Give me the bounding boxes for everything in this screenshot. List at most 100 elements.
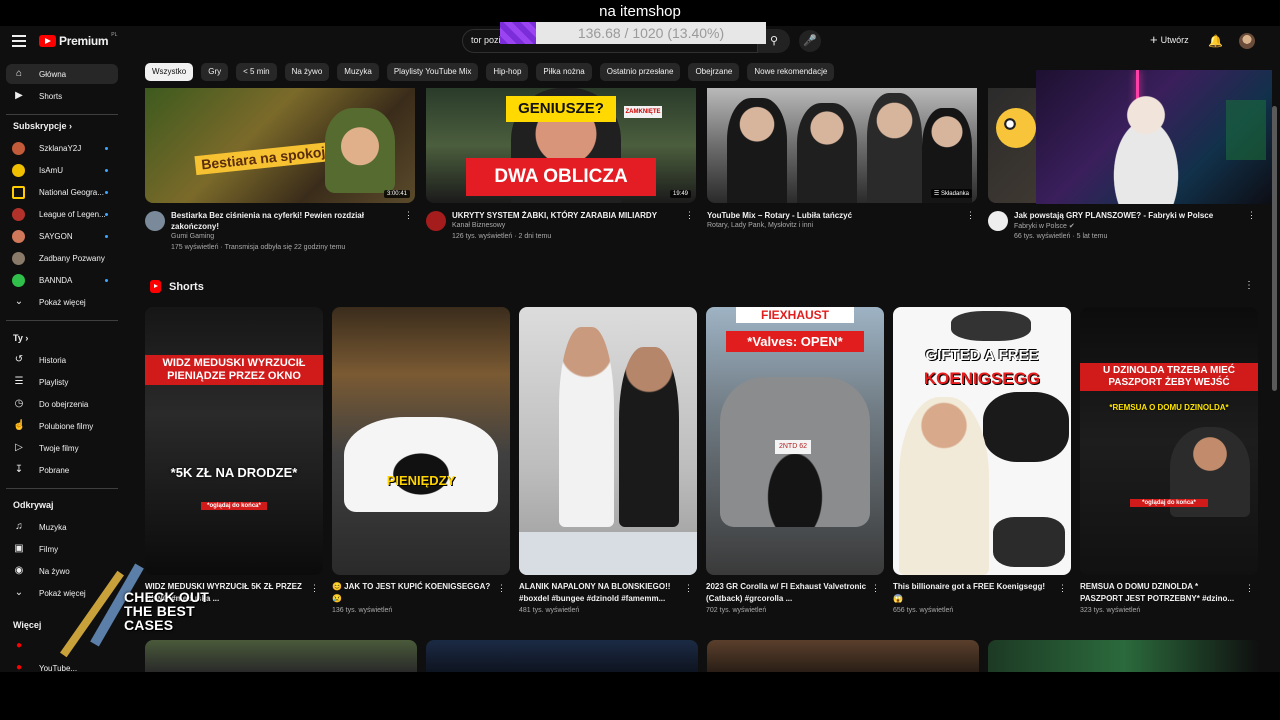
channel-name[interactable]: Kanał Biznesowy — [452, 222, 505, 229]
more-options-icon[interactable]: ⋮ — [1245, 583, 1254, 594]
video-title[interactable]: Jak powstają GRY PLANSZOWE? - Fabryki w … — [1014, 210, 1242, 221]
more-options-icon[interactable]: ⋮ — [1247, 210, 1256, 221]
sidebar-show-more[interactable]: ⌄ Pokaż więcej — [6, 292, 118, 312]
create-button[interactable]: + Utwórz — [1150, 33, 1189, 46]
sidebar-item-youtube-more[interactable]: ● YouTube... — [6, 658, 118, 672]
video-thumbnail[interactable]: ☰ Składanka — [707, 88, 977, 203]
chip-games[interactable]: Gry — [201, 63, 229, 81]
video-thumbnail[interactable] — [988, 640, 1260, 672]
sidebar-item-home[interactable]: ⌂ Główna — [6, 64, 118, 84]
chip-youtube-mix[interactable]: Playlisty YouTube Mix — [386, 63, 479, 81]
sidebar-label: YouTube... — [39, 663, 78, 673]
more-options-icon[interactable]: ⋮ — [310, 583, 319, 594]
youtube-icon: ● — [15, 662, 23, 672]
short-title[interactable]: 😊 JAK TO JEST KUPIĆ KOENIGSEGGA? 😢 — [332, 581, 494, 605]
page-scrollbar[interactable] — [1272, 106, 1277, 391]
chip-music[interactable]: Muzyka — [337, 63, 379, 81]
video-thumbnail[interactable] — [707, 640, 979, 672]
short-card[interactable]: PIENIĘDZY 😊 JAK TO JEST KUPIĆ KOENIGSEGG… — [332, 307, 510, 614]
sidebar-sub-item[interactable]: SAYGON — [6, 226, 118, 246]
sidebar-item-your-videos[interactable]: ▷ Twoje filmy — [6, 438, 118, 458]
short-caption-top: GIFTED A FREE — [925, 347, 1039, 364]
chip-hip-hop[interactable]: Hip-hop — [486, 63, 529, 81]
sidebar-sub-item[interactable]: IsAmU — [6, 160, 118, 180]
chip-watched[interactable]: Obejrzane — [688, 63, 740, 81]
channel-name[interactable]: Fabryki w Polsce ✔ — [1014, 222, 1075, 230]
short-card[interactable]: WIDZ MEDUSKI WYRZUCIŁ PIENIĄDZE PRZEZ OK… — [145, 307, 323, 603]
short-card[interactable]: ALANIK NAPALONY NA BLONSKIEGO!! #boxdel … — [519, 307, 697, 614]
chip-new-recommendations[interactable]: Nowe rekomendacje — [747, 63, 835, 81]
short-thumbnail[interactable]: WIDZ MEDUSKI WYRZUCIŁ PIENIĄDZE PRZEZ OK… — [145, 307, 323, 575]
sidebar-item-history[interactable]: ↺ Historia — [6, 350, 118, 370]
sidebar-sub-item[interactable]: National Geogra... — [6, 182, 118, 202]
sidebar-item-downloads[interactable]: ↧ Pobrane — [6, 460, 118, 480]
youtube-logo[interactable]: Premium PL — [39, 32, 117, 48]
progress-text: 136.68 / 1020 (13.40%) — [577, 25, 725, 41]
video-title[interactable]: YouTube Mix – Rotary - Lubiła tańczyć — [707, 210, 935, 221]
sidebar-item-liked[interactable]: ☝ Polubione filmy — [6, 416, 118, 436]
menu-icon[interactable] — [12, 35, 26, 47]
sidebar-label: Twoje filmy — [39, 443, 79, 453]
video-thumbnail[interactable]: GENIUSZE? ZAMKNIĘTE DWA OBLICZA ŻABKI 19… — [426, 88, 696, 203]
sidebar-sub-item[interactable]: SzklanaY2J — [6, 138, 118, 158]
chip-live[interactable]: Na żywo — [284, 63, 330, 81]
channel-name[interactable]: Gumi Gaming — [171, 233, 214, 240]
more-options-icon[interactable]: ⋮ — [966, 210, 975, 221]
channel-name[interactable]: Rotary, Lady Pank, Mysłovitz i inni — [707, 222, 813, 229]
video-card[interactable]: Bestiara na spokojnie 3:00:41 Bestiarka … — [145, 88, 415, 269]
more-options-icon[interactable]: ⋮ — [685, 210, 694, 221]
voice-search-button[interactable]: 🎤 — [799, 30, 821, 52]
video-card[interactable]: GENIUSZE? ZAMKNIĘTE DWA OBLICZA ŻABKI 19… — [426, 88, 696, 269]
more-options-icon[interactable]: ⋮ — [1244, 280, 1254, 291]
short-caption-top: WIDZ MEDUSKI WYRZUCIŁ PIENIĄDZE PRZEZ OK… — [145, 355, 323, 385]
video-card[interactable]: ☰ Składanka YouTube Mix – Rotary - Lubił… — [707, 88, 977, 269]
sidebar-item-movies[interactable]: ▣ Filmy — [6, 539, 118, 559]
short-thumbnail[interactable]: FIEXHAUST *Valves: OPEN* 2NTD 62 — [706, 307, 884, 575]
sidebar-item-watch-later[interactable]: ◷ Do obejrzenia — [6, 394, 118, 414]
short-title[interactable]: ALANIK NAPALONY NA BLONSKIEGO!! #boxdel … — [519, 581, 681, 605]
sidebar-item-music[interactable]: ♫ Muzyka — [6, 517, 118, 537]
more-options-icon[interactable]: ⋮ — [404, 210, 413, 221]
new-content-dot — [105, 235, 108, 238]
sidebar-sub-item[interactable]: League of Legen... — [6, 204, 118, 224]
you-heading[interactable]: Ty › — [13, 333, 28, 343]
chip-all[interactable]: Wszystko — [145, 63, 194, 81]
short-thumbnail[interactable] — [519, 307, 697, 575]
short-thumbnail[interactable]: PIENIĘDZY — [332, 307, 510, 575]
more-options-icon[interactable]: ⋮ — [497, 583, 506, 594]
notifications-bell-icon[interactable]: 🔔 — [1208, 34, 1223, 48]
youtube-logo-icon — [39, 35, 56, 47]
video-thumbnail[interactable] — [426, 640, 698, 672]
more-options-icon[interactable]: ⋮ — [684, 583, 693, 594]
sidebar-sub-item[interactable]: BANNDA — [6, 270, 118, 290]
short-card[interactable]: U DZINOLDA TRZEBA MIEĆ PASZPORT ŻEBY WEJ… — [1080, 307, 1258, 614]
short-card[interactable]: FIEXHAUST *Valves: OPEN* 2NTD 62 2023 GR… — [706, 307, 884, 614]
short-views: 136 tys. wyświetleń — [332, 607, 393, 614]
subscriptions-heading[interactable]: Subskrypcje › — [13, 121, 72, 131]
video-title[interactable]: UKRYTY SYSTEM ŻABKI, KTÓRY ZARABIA MILIA… — [452, 210, 680, 221]
chip-recently-uploaded[interactable]: Ostatnio przesłane — [599, 63, 681, 81]
short-card[interactable]: GIFTED A FREE KOENIGSEGG This billionair… — [893, 307, 1071, 614]
short-title[interactable]: This billionaire got a FREE Koenigsegg! … — [893, 581, 1055, 605]
sidebar-item-shorts[interactable]: ▶ Shorts — [6, 86, 118, 106]
sidebar-label: BANNDA — [39, 275, 73, 285]
more-options-icon[interactable]: ⋮ — [1058, 583, 1067, 594]
video-thumbnail[interactable]: Bestiara na spokojnie 3:00:41 — [145, 88, 415, 203]
short-thumbnail[interactable]: U DZINOLDA TRZEBA MIEĆ PASZPORT ŻEBY WEJ… — [1080, 307, 1258, 575]
short-title[interactable]: REMSUA O DOMU DZINOLDA * PASZPORT JEST P… — [1080, 581, 1242, 605]
more-options-icon[interactable]: ⋮ — [871, 583, 880, 594]
sidebar-sub-item[interactable]: Zadbany Pozwany — [6, 248, 118, 268]
verified-icon: ✔ — [1068, 223, 1075, 230]
chip-football[interactable]: Piłka nożna — [536, 63, 592, 81]
chip-under-5-min[interactable]: < 5 min — [236, 63, 277, 81]
short-title[interactable]: 2023 GR Corolla w/ FI Exhaust Valvetroni… — [706, 581, 868, 605]
account-avatar[interactable] — [1239, 33, 1255, 49]
progress-fill — [500, 22, 536, 44]
channel-avatar[interactable] — [145, 211, 165, 231]
short-thumbnail[interactable]: GIFTED A FREE KOENIGSEGG — [893, 307, 1071, 575]
sidebar-item-live[interactable]: ◉ Na żywo — [6, 561, 118, 581]
video-title[interactable]: Bestiarka Bez ciśnienia na cyferki! Pewi… — [171, 210, 399, 232]
channel-avatar[interactable] — [988, 211, 1008, 231]
sidebar-item-playlists[interactable]: ☰ Playlisty — [6, 372, 118, 392]
channel-avatar[interactable] — [426, 211, 446, 231]
